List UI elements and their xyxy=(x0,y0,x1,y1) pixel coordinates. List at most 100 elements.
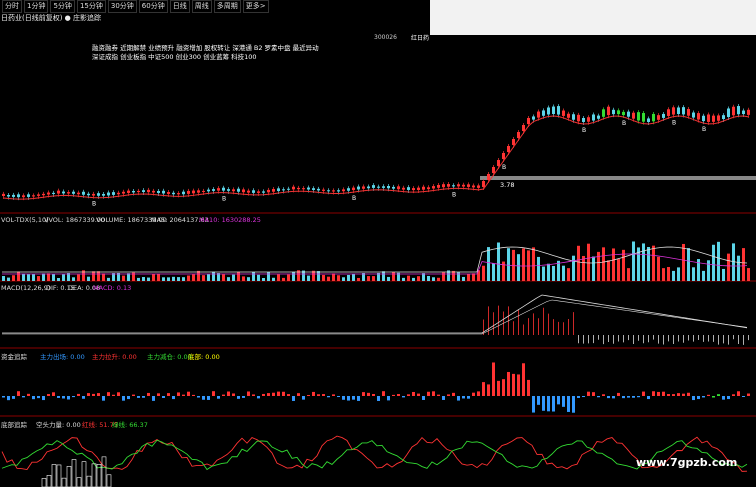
kline-candle xyxy=(532,116,535,120)
fund-bar xyxy=(517,374,520,396)
fund-bar xyxy=(447,394,450,396)
chart-title: 日药业(日线前复权) ● 庄影追踪 xyxy=(1,14,102,22)
fund-bar xyxy=(402,396,405,398)
fund-bar xyxy=(352,396,355,400)
fund-bar xyxy=(207,396,210,400)
kline-candle xyxy=(187,190,190,194)
bottom-white-bar xyxy=(81,461,87,487)
watermark: www.7gpzb.com xyxy=(636,456,738,469)
bottom-empty-power: 空头力量: 0.00 xyxy=(36,421,81,429)
kline-candle xyxy=(642,113,645,122)
kline-candle xyxy=(282,189,285,191)
volume-bar xyxy=(687,248,690,281)
volume-bar xyxy=(12,275,15,281)
volume-bar xyxy=(172,276,175,281)
kline-candle xyxy=(232,189,235,192)
kline-candle xyxy=(127,190,130,193)
volume-bar xyxy=(317,271,320,281)
kline-candle xyxy=(737,106,740,115)
fund-bar xyxy=(507,371,510,396)
volume-bar xyxy=(337,275,340,281)
stock-code: 300026 xyxy=(374,34,397,41)
kline-candle xyxy=(312,188,315,190)
volume-bar xyxy=(177,277,180,281)
fund-bar xyxy=(637,396,640,398)
fund-bar xyxy=(537,396,540,405)
volume-bar xyxy=(712,244,715,281)
fund-bar xyxy=(252,394,255,396)
volume-bar xyxy=(402,277,405,281)
volume-bar xyxy=(717,241,720,281)
kline-candle xyxy=(687,109,690,116)
fund-bar xyxy=(137,396,140,398)
volume-bar xyxy=(547,263,550,281)
kline-candle xyxy=(222,187,225,191)
volume-bar xyxy=(652,245,655,281)
buy-signal-label: B xyxy=(502,164,506,171)
volume-bar xyxy=(727,253,730,281)
volume-bar xyxy=(707,260,710,281)
fund-bar xyxy=(657,391,660,396)
fund-bar xyxy=(627,396,630,398)
fund-bar xyxy=(172,396,175,400)
fund-bar xyxy=(347,396,350,401)
kline-candle xyxy=(467,184,470,187)
kline-candle xyxy=(2,193,5,196)
volume-bar xyxy=(152,274,155,281)
kline-candle xyxy=(402,187,405,190)
fund-bar xyxy=(177,392,180,396)
fund-bar xyxy=(277,391,280,396)
kline-candle xyxy=(552,106,555,115)
fund-bar xyxy=(82,396,85,399)
kline-candle xyxy=(407,187,410,190)
kline-candle xyxy=(692,112,695,118)
fund-bar xyxy=(217,396,220,399)
kline-candle xyxy=(717,115,720,121)
vol-ma5-line xyxy=(2,246,748,273)
fund-bar xyxy=(302,396,305,400)
bottom-green-line: 绿线: 66.37 xyxy=(112,421,148,429)
buy-signal-label: B xyxy=(222,196,226,203)
fund-bar xyxy=(337,396,340,398)
fund-bar xyxy=(412,391,415,396)
fund-bar xyxy=(632,396,635,398)
fund-bar xyxy=(157,393,160,396)
kline-candle xyxy=(42,193,45,196)
bottom-white-bar xyxy=(46,475,52,487)
fund-bar xyxy=(127,396,130,400)
fund-bar xyxy=(732,394,735,396)
fund-bar xyxy=(482,382,485,396)
volume-bar xyxy=(747,268,750,281)
volume-bar xyxy=(17,271,20,281)
volume-bar xyxy=(142,277,145,281)
kline-candle xyxy=(37,194,40,196)
kline-candle xyxy=(457,184,460,187)
fund-bar xyxy=(17,391,20,396)
fund-bar xyxy=(2,396,5,398)
volume-bar xyxy=(472,273,475,281)
kline-candle xyxy=(462,184,465,187)
volume-bar xyxy=(2,276,5,281)
fund-bar xyxy=(262,393,265,396)
fund-bar xyxy=(332,394,335,396)
fund-bar xyxy=(712,396,715,398)
volume-bar xyxy=(572,255,575,281)
kline-candle xyxy=(427,187,430,190)
volume-bar xyxy=(27,274,30,281)
kline-candle xyxy=(167,192,170,194)
fund-bar xyxy=(147,392,150,396)
kline-candle xyxy=(217,188,220,191)
fund-bar xyxy=(747,393,750,396)
volume-bar xyxy=(252,271,255,281)
kline-candle xyxy=(727,108,730,118)
volume-bar xyxy=(507,248,510,281)
kline-candle xyxy=(627,111,630,117)
fund-bar xyxy=(87,393,90,396)
kline-candle xyxy=(502,153,505,159)
volume-bar xyxy=(307,275,310,281)
buy-signal-label: B xyxy=(622,120,626,127)
kline-candle xyxy=(662,113,665,118)
fund-bottom: 底部: 0.00 xyxy=(188,353,220,361)
kline-candle xyxy=(677,107,680,115)
kline-candle xyxy=(577,114,580,122)
